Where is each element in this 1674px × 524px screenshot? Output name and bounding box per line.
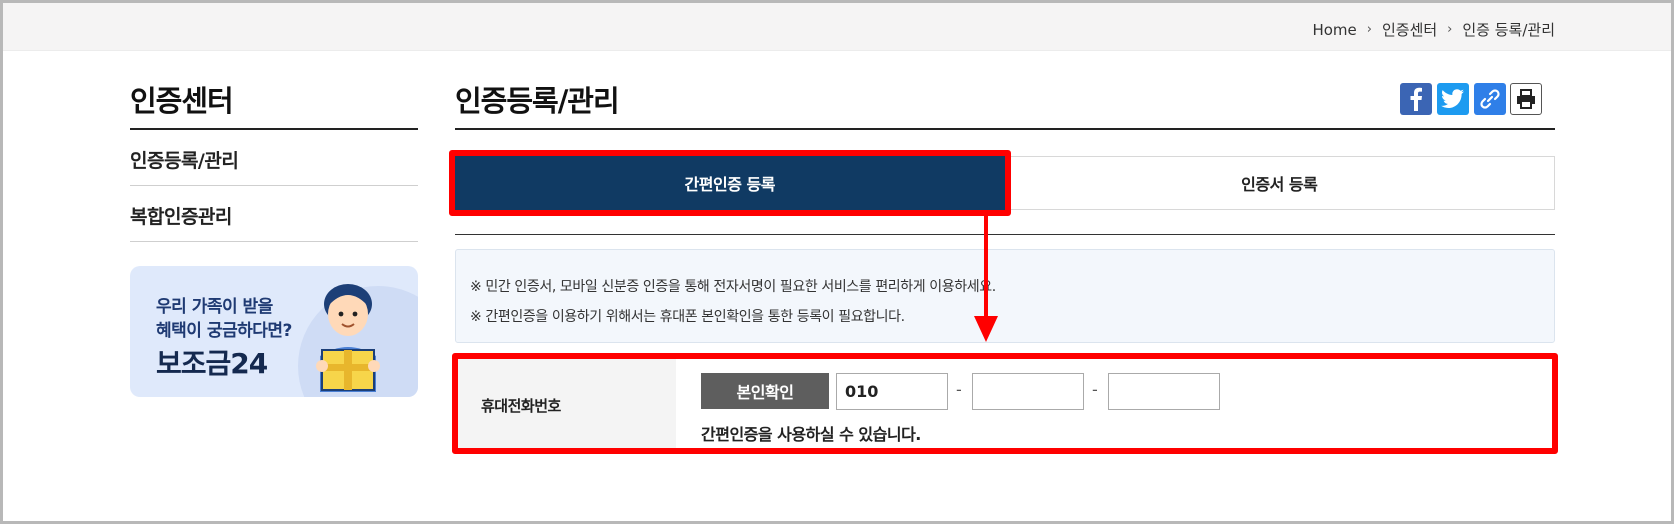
- banner-line-1: 우리 가족이 받을: [156, 297, 273, 317]
- subsidy24-banner[interactable]: 우리 가족이 받을 혜택이 궁금하다면? 보조금24: [130, 266, 418, 397]
- tabs-divider: [455, 234, 1555, 235]
- breadcrumb-auth-center[interactable]: 인증센터: [1382, 19, 1437, 40]
- breadcrumb-current: 인증 등록/관리: [1462, 21, 1555, 39]
- banner-line-2: 혜택이 궁금하다면?: [156, 321, 292, 341]
- facebook-icon[interactable]: [1400, 83, 1432, 115]
- chevron-right-icon: ›: [1447, 22, 1453, 37]
- breadcrumb-home[interactable]: Home: [1312, 21, 1356, 39]
- print-icon[interactable]: [1510, 83, 1542, 115]
- breadcrumb: Home › 인증센터 › 인증 등록/관리: [1312, 19, 1555, 40]
- link-icon[interactable]: [1474, 83, 1506, 115]
- sidebar-item-auth-register[interactable]: 인증등록/관리: [130, 130, 418, 186]
- top-bar: Home › 인증센터 › 인증 등록/관리: [3, 3, 1671, 51]
- notice-line-1: ※ 민간 인증서, 모바일 신분증 인증을 통해 전자서명이 필요한 서비스를 …: [470, 279, 996, 295]
- twitter-icon[interactable]: [1437, 83, 1469, 115]
- annotation-highlight-tab: [449, 150, 1011, 216]
- tab-certificate-register[interactable]: 인증서 등록: [1004, 156, 1555, 210]
- annotation-arrow-head: [974, 316, 998, 342]
- chevron-right-icon: ›: [1366, 22, 1372, 37]
- annotation-arrow-line: [984, 216, 988, 318]
- notice-line-2: ※ 간편인증을 이용하기 위해서는 휴대폰 본인확인을 통한 등록이 필요합니다…: [470, 309, 905, 325]
- sidebar-title: 인증센터: [130, 84, 234, 118]
- sidebar-item-multi-auth[interactable]: 복합인증관리: [130, 186, 418, 242]
- banner-title: 보조금24: [156, 347, 268, 380]
- title-divider: [455, 128, 1555, 130]
- page-title: 인증등록/관리: [455, 84, 620, 118]
- annotation-highlight-form: [452, 353, 1558, 454]
- notice-box: ※ 민간 인증서, 모바일 신분증 인증을 통해 전자서명이 필요한 서비스를 …: [455, 249, 1555, 343]
- person-with-gift-icon: [316, 284, 380, 392]
